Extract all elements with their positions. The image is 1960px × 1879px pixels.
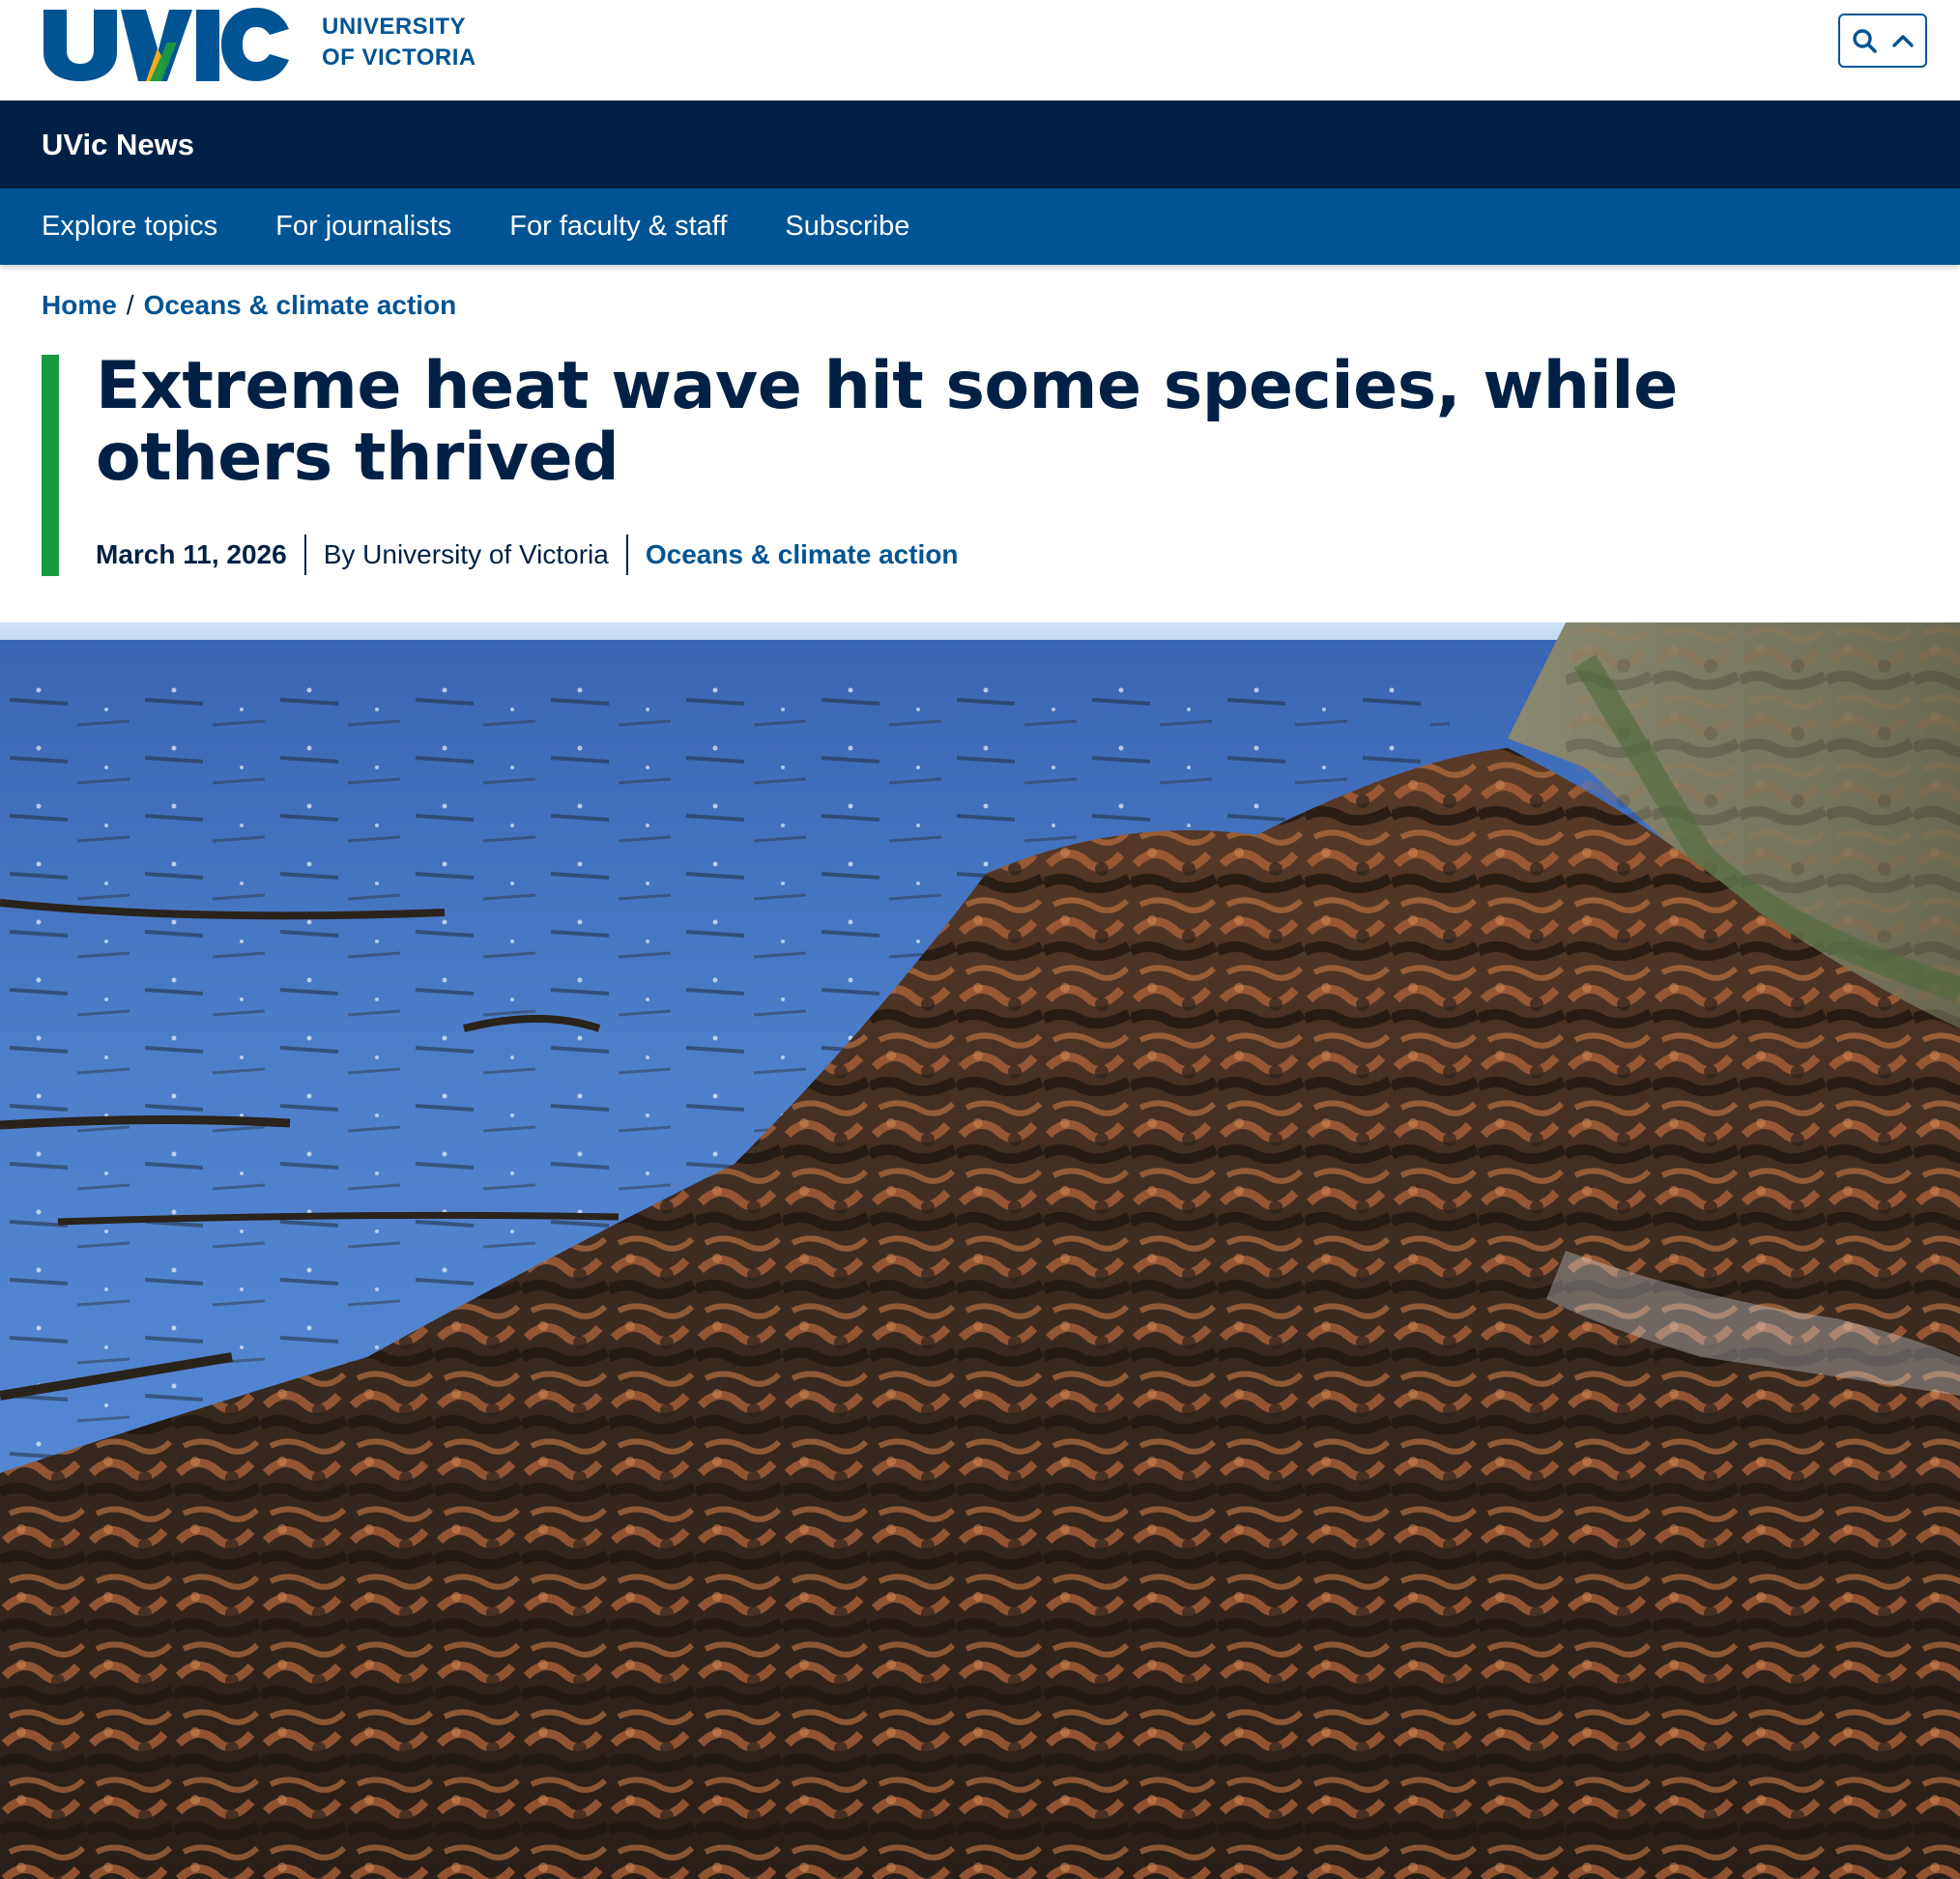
site-title-bar: UVic News [0, 101, 1960, 188]
nav-explore-topics[interactable]: Explore topics [42, 211, 217, 243]
nav-subscribe[interactable]: Subscribe [785, 211, 909, 243]
top-header: UNIVERSITY OF VICTORIA [0, 0, 1960, 101]
article-topic-link[interactable]: Oceans & climate action [628, 539, 959, 570]
breadcrumb-separator: / [126, 290, 134, 320]
main-navigation: Explore topics For journalists For facul… [0, 188, 1960, 265]
breadcrumb-current-link[interactable]: Oceans & climate action [144, 290, 457, 321]
uvic-logo [43, 8, 289, 81]
breadcrumb: Home / Oceans & climate action [42, 290, 456, 321]
article-author: By University of Victoria [323, 539, 609, 569]
wordmark-line-2: OF VICTORIA [322, 44, 476, 71]
search-toggle-button[interactable] [1838, 14, 1927, 68]
article-title: Extreme heat wave hit some species, whil… [96, 348, 1678, 496]
university-wordmark: UNIVERSITY OF VICTORIA [322, 12, 476, 73]
article-date: March 11, 2026 [96, 539, 287, 569]
article-header: Extreme heat wave hit some species, whil… [42, 351, 1878, 576]
nav-for-faculty-staff[interactable]: For faculty & staff [509, 211, 727, 243]
seaweed-shoreline-photo [0, 622, 1960, 1879]
hero-image [0, 622, 1960, 1879]
search-icon [1852, 28, 1877, 53]
article-meta: March 11, 2026 By University of Victoria… [96, 535, 959, 575]
nav-for-journalists[interactable]: For journalists [275, 211, 451, 243]
wordmark-line-1: UNIVERSITY [322, 14, 467, 40]
title-accent-bar [42, 355, 59, 576]
breadcrumb-home-link[interactable]: Home [42, 290, 117, 321]
chevron-up-icon [1892, 34, 1914, 47]
uvic-logo-link[interactable]: UNIVERSITY OF VICTORIA [42, 4, 476, 81]
site-title-link[interactable]: UVic News [42, 128, 194, 162]
